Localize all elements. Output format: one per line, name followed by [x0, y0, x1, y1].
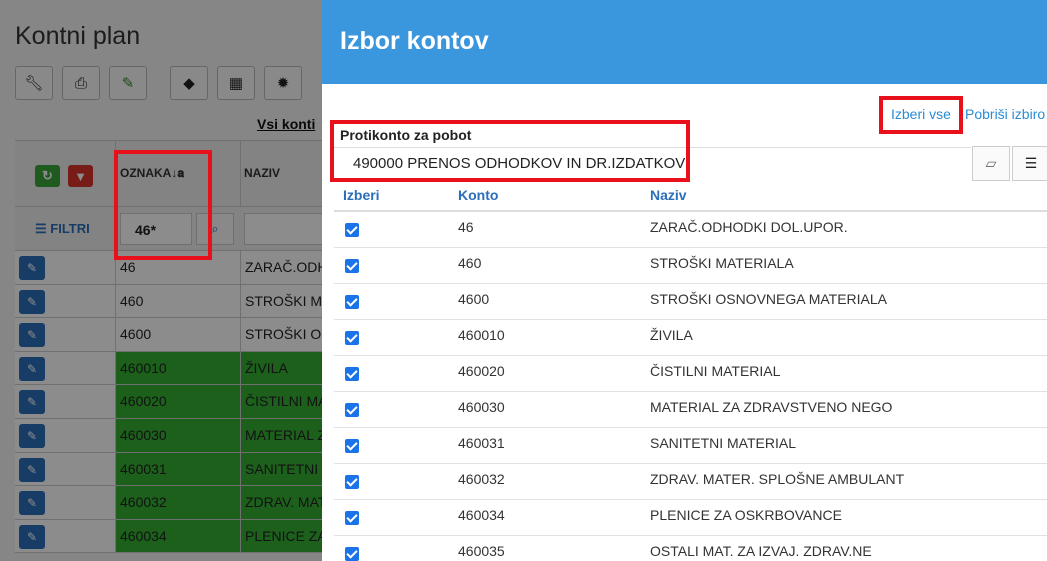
row-naziv: PLENICE ZA OSKRBOVANCE: [650, 507, 842, 523]
list-item[interactable]: 460032 ZDRAV. MATER. SPLOŠNE AMBULANT: [334, 464, 1047, 500]
row-checkbox[interactable]: [345, 367, 359, 381]
modal-backdrop[interactable]: [0, 0, 322, 561]
list-item[interactable]: 460030 MATERIAL ZA ZDRAVSTVENO NEGO: [334, 392, 1047, 428]
row-konto: 460010: [458, 327, 505, 343]
row-naziv: SANITETNI MATERIAL: [650, 435, 796, 451]
list-item[interactable]: 460010 ŽIVILA: [334, 320, 1047, 356]
column-izberi: Izberi: [343, 187, 380, 203]
select-all-button[interactable]: Izberi vse: [891, 106, 951, 122]
row-konto: 460: [458, 255, 482, 271]
row-naziv: MATERIAL ZA ZDRAVSTVENO NEGO: [650, 399, 893, 415]
account-selection-dialog: Izbor kontov Izberi vse Pobriši izbiro P…: [322, 0, 1047, 561]
list-item[interactable]: 460034 PLENICE ZA OSKRBOVANCE: [334, 500, 1047, 536]
row-checkbox[interactable]: [345, 403, 359, 417]
row-konto: 46: [458, 219, 474, 235]
column-naziv: Naziv: [650, 187, 687, 203]
row-checkbox[interactable]: [345, 439, 359, 453]
row-naziv: ŽIVILA: [650, 327, 693, 343]
list-item[interactable]: 460020 ČISTILNI MATERIAL: [334, 356, 1047, 392]
list-icon[interactable]: ☰: [1012, 146, 1047, 181]
row-checkbox[interactable]: [345, 223, 359, 237]
row-naziv: ČISTILNI MATERIAL: [650, 363, 781, 379]
clear-selection-button[interactable]: Pobriši izbiro: [965, 106, 1045, 122]
row-checkbox[interactable]: [345, 547, 359, 561]
eraser-icon[interactable]: ▱: [972, 146, 1010, 181]
row-konto: 460035: [458, 543, 505, 559]
row-checkbox[interactable]: [345, 331, 359, 345]
row-naziv: STROŠKI MATERIALA: [650, 255, 794, 271]
list-item[interactable]: 4600 STROŠKI OSNOVNEGA MATERIALA: [334, 284, 1047, 320]
list-item[interactable]: 460035 OSTALI MAT. ZA IZVAJ. ZDRAV.NE: [334, 536, 1047, 561]
selection-table-header: Izberi Konto Naziv: [334, 182, 1047, 212]
row-naziv: STROŠKI OSNOVNEGA MATERIALA: [650, 291, 888, 307]
column-konto: Konto: [458, 187, 499, 203]
row-konto: 460034: [458, 507, 505, 523]
list-item[interactable]: 460 STROŠKI MATERIALA: [334, 248, 1047, 284]
row-naziv: OSTALI MAT. ZA IZVAJ. ZDRAV.NE: [650, 543, 872, 559]
row-checkbox[interactable]: [345, 475, 359, 489]
row-naziv: ZARAČ.ODHODKI DOL.UPOR.: [650, 219, 848, 235]
list-item[interactable]: 46 ZARAČ.ODHODKI DOL.UPOR.: [334, 212, 1047, 248]
row-konto: 460020: [458, 363, 505, 379]
protikonto-field[interactable]: 490000 PRENOS ODHODKOV IN DR.IZDATKOV: [334, 147, 971, 181]
row-checkbox[interactable]: [345, 295, 359, 309]
row-konto: 460031: [458, 435, 505, 451]
dialog-title: Izbor kontov: [340, 27, 489, 55]
row-konto: 460030: [458, 399, 505, 415]
row-naziv: ZDRAV. MATER. SPLOŠNE AMBULANT: [650, 471, 905, 487]
dialog-header: Izbor kontov: [322, 0, 1047, 84]
row-konto: 4600: [458, 291, 490, 307]
list-item[interactable]: 460031 SANITETNI MATERIAL: [334, 428, 1047, 464]
row-konto: 460032: [458, 471, 505, 487]
row-checkbox[interactable]: [345, 259, 359, 273]
row-checkbox[interactable]: [345, 511, 359, 525]
protikonto-label: Protikonto za pobot: [340, 127, 472, 143]
